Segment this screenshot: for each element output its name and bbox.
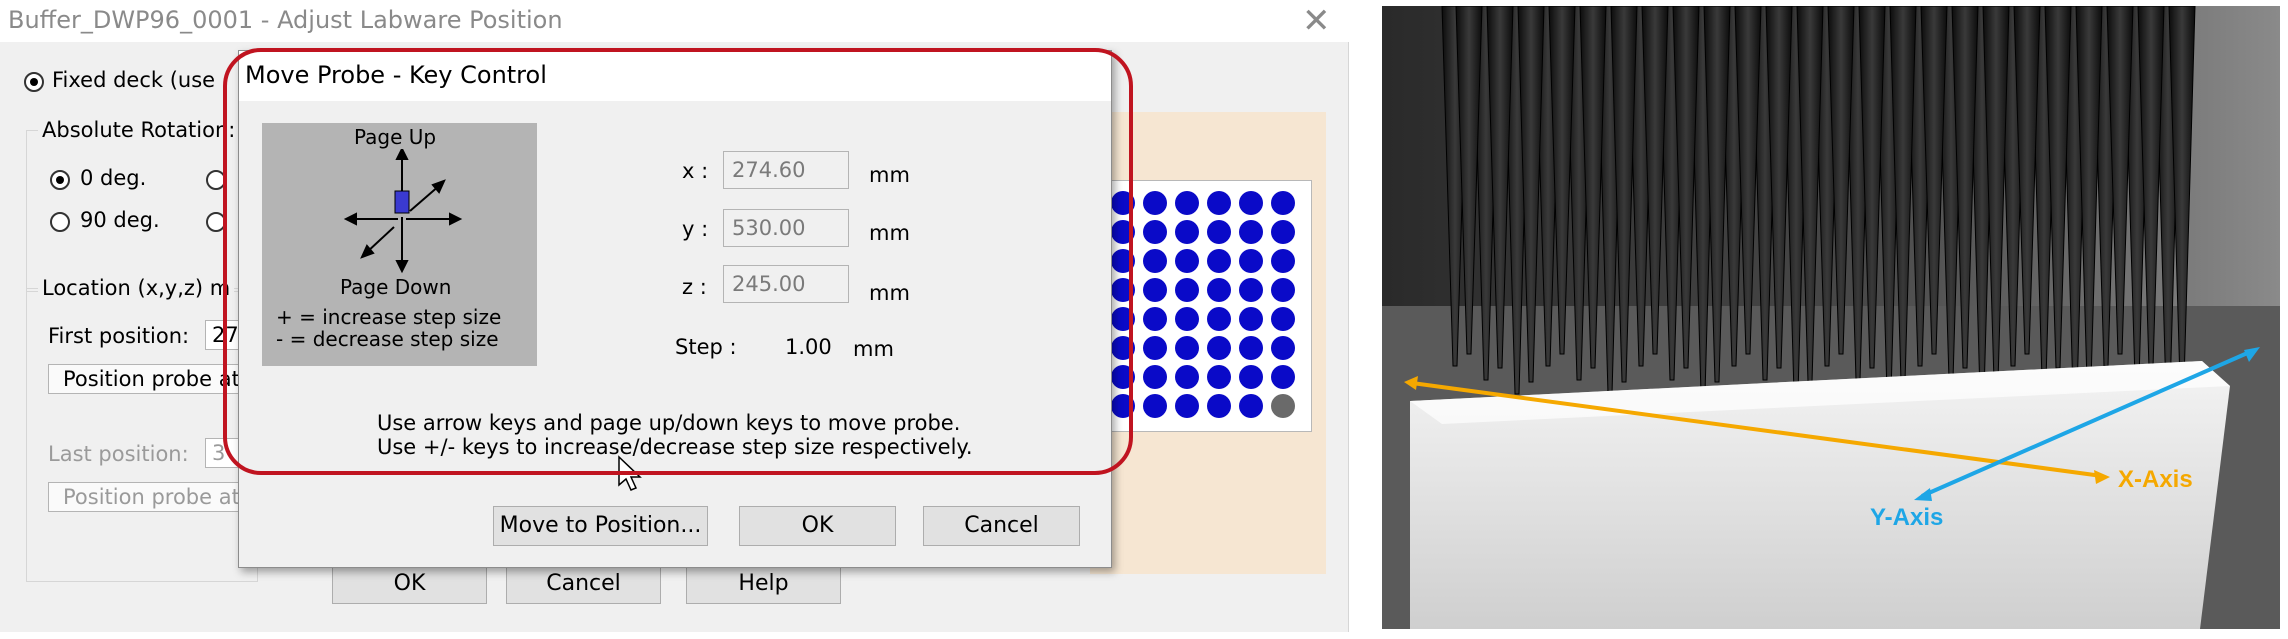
- plate-well: [1239, 249, 1263, 273]
- plate-well: [1207, 278, 1231, 302]
- plate-well: [1175, 278, 1199, 302]
- rotation-0-radio[interactable]: [50, 170, 70, 190]
- plate-well: [1207, 394, 1231, 418]
- plate-well: [1239, 336, 1263, 360]
- rotation-0-label: 0 deg.: [80, 166, 147, 190]
- plate-well: [1143, 394, 1167, 418]
- plate-well: [1271, 394, 1295, 418]
- close-icon[interactable]: ✕: [1302, 4, 1331, 38]
- plate-well: [1143, 365, 1167, 389]
- move-to-position-button[interactable]: Move to Position...: [493, 506, 708, 546]
- main-cancel-button[interactable]: Cancel: [506, 564, 661, 604]
- plate-well: [1271, 191, 1295, 215]
- plate-well: [1239, 365, 1263, 389]
- fixed-deck-label: Fixed deck (use: [52, 68, 216, 92]
- plate-well: [1239, 394, 1263, 418]
- plate-well: [1143, 278, 1167, 302]
- plate-well: [1143, 307, 1167, 331]
- last-position-label: Last position:: [48, 442, 189, 466]
- plate-well: [1271, 307, 1295, 331]
- highlight-outline: [223, 48, 1133, 475]
- rotation-90-radio[interactable]: [50, 212, 70, 232]
- rotation-90-label: 90 deg.: [80, 208, 160, 232]
- plate-well: [1175, 336, 1199, 360]
- position-probe-button-1[interactable]: Position probe at: [48, 364, 248, 394]
- plate-well: [1175, 191, 1199, 215]
- plate-well: [1143, 220, 1167, 244]
- plate-well: [1175, 220, 1199, 244]
- labware-photo: X-Axis Y-Axis: [1382, 6, 2280, 629]
- plate-well: [1271, 336, 1295, 360]
- first-position-label: First position:: [48, 324, 190, 348]
- plate-well: [1143, 336, 1167, 360]
- plate-well: [1207, 336, 1231, 360]
- plate-well: [1207, 307, 1231, 331]
- plate-well: [1175, 394, 1199, 418]
- rotation-label: Absolute Rotation:: [38, 118, 240, 142]
- plate-well: [1175, 249, 1199, 273]
- plate-well: [1143, 191, 1167, 215]
- plate-well: [1175, 365, 1199, 389]
- main-ok-button[interactable]: OK: [332, 564, 487, 604]
- plate-well: [1207, 191, 1231, 215]
- plate-well: [1271, 249, 1295, 273]
- plate-well: [1143, 249, 1167, 273]
- plate-well: [1207, 220, 1231, 244]
- plate-well: [1239, 191, 1263, 215]
- plate-well: [1271, 365, 1295, 389]
- y-axis-label: Y-Axis: [1870, 504, 1944, 531]
- x-axis-label: X-Axis: [2118, 466, 2193, 493]
- plate-well: [1207, 365, 1231, 389]
- position-probe-button-2[interactable]: Position probe at: [48, 482, 248, 512]
- dialog-cancel-button[interactable]: Cancel: [923, 506, 1080, 546]
- plate-well: [1175, 307, 1199, 331]
- main-help-button[interactable]: Help: [686, 564, 841, 604]
- location-label: Location (x,y,z) m: [38, 276, 235, 300]
- software-screenshot: Buffer_DWP96_0001 - Adjust Labware Posit…: [0, 0, 1390, 639]
- fixed-deck-radio[interactable]: [24, 72, 44, 92]
- window-title: Buffer_DWP96_0001 - Adjust Labware Posit…: [8, 6, 563, 34]
- dialog-ok-button[interactable]: OK: [739, 506, 896, 546]
- plate-well: [1271, 220, 1295, 244]
- plate-well: [1239, 220, 1263, 244]
- plate-well: [1207, 249, 1231, 273]
- plate-well: [1239, 278, 1263, 302]
- probe-tips-photo: [1382, 6, 2280, 629]
- plate-well: [1239, 307, 1263, 331]
- plate-well: [1271, 278, 1295, 302]
